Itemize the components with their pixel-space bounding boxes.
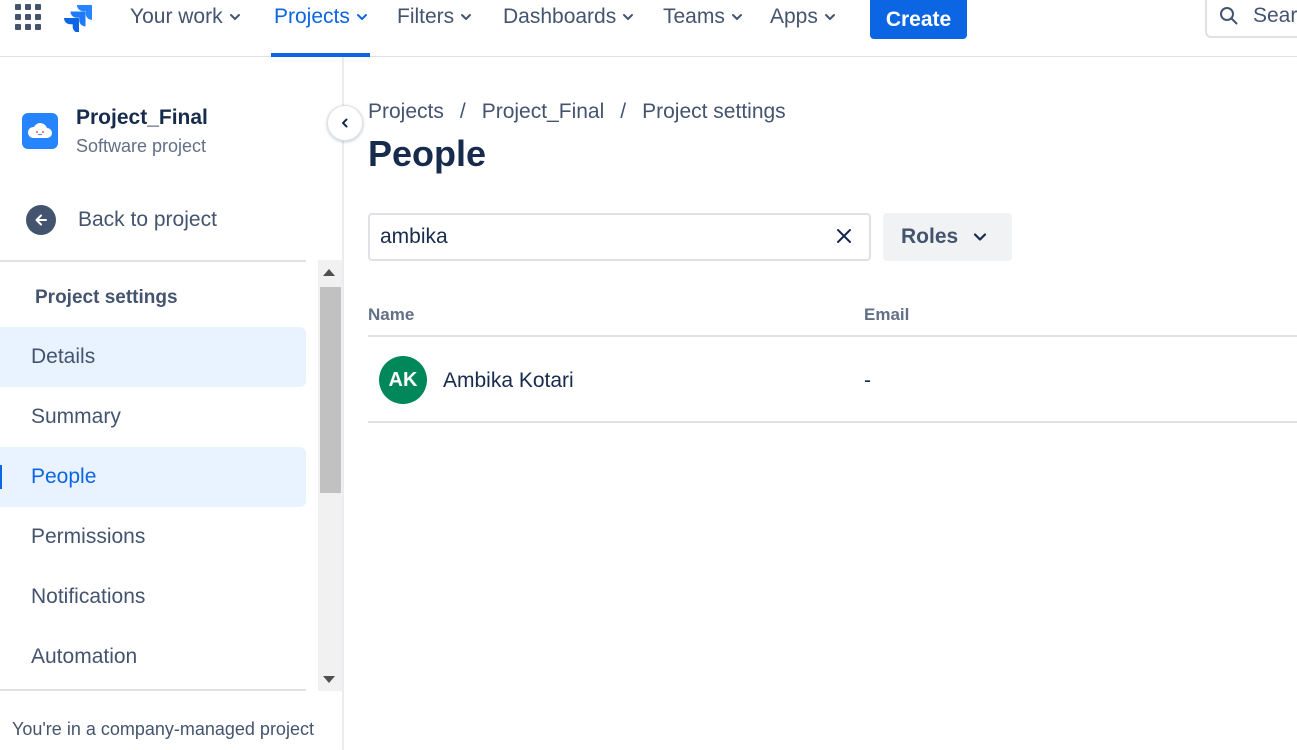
breadcrumb-project[interactable]: Project_Final xyxy=(482,100,605,124)
breadcrumb: Projects / Project_Final / Project setti… xyxy=(368,100,786,124)
project-avatar xyxy=(22,113,58,149)
scroll-down-arrow-icon[interactable] xyxy=(323,676,335,683)
roles-label: Roles xyxy=(901,225,959,248)
chevron-down-icon xyxy=(974,233,987,241)
table-row-divider xyxy=(368,421,1297,423)
breadcrumb-projects[interactable]: Projects xyxy=(368,100,444,124)
sidebar-divider xyxy=(0,260,306,262)
project-name: Project_Final xyxy=(76,106,208,129)
sidebar-item-label: Details xyxy=(31,345,96,368)
collapse-sidebar-button[interactable] xyxy=(327,105,363,141)
nav-apps[interactable]: Apps xyxy=(770,0,837,34)
sidebar-item-summary[interactable]: Summary xyxy=(0,387,306,447)
sidebar-item-notifications[interactable]: Notifications xyxy=(0,567,306,627)
chevron-down-icon xyxy=(731,14,742,21)
user-name[interactable]: Ambika Kotari xyxy=(443,369,574,393)
back-arrow-icon xyxy=(26,205,56,235)
sidebar-item-label: Notifications xyxy=(31,585,146,608)
sidebar-section-title: Project settings xyxy=(35,287,178,308)
jira-logo-icon[interactable] xyxy=(63,2,93,32)
people-search-value: ambika xyxy=(380,225,448,248)
table-header-divider xyxy=(368,335,1297,337)
sidebar-item-label: Permissions xyxy=(31,525,146,548)
sidebar-item-label: Summary xyxy=(31,405,121,428)
nav-item-label: Filters xyxy=(397,5,455,28)
column-header-name[interactable]: Name xyxy=(368,305,414,325)
page-title: People xyxy=(368,133,487,174)
close-icon[interactable] xyxy=(834,226,854,246)
nav-dashboards[interactable]: Dashboards xyxy=(503,0,635,34)
chevron-down-icon xyxy=(356,14,367,21)
nav-your-work[interactable]: Your work xyxy=(130,0,242,34)
top-navigation: Your work Projects Filters Dashboards Te… xyxy=(0,0,1297,57)
nav-teams[interactable]: Teams xyxy=(663,0,744,34)
project-type: Software project xyxy=(76,136,207,156)
sidebar-item-label: People xyxy=(31,465,97,488)
sidebar-item-details[interactable]: Details xyxy=(0,327,306,387)
nav-filters[interactable]: Filters xyxy=(397,0,473,34)
nav-item-label: Dashboards xyxy=(503,5,617,28)
nav-item-label: Apps xyxy=(770,5,818,28)
nav-item-label: Teams xyxy=(663,5,725,28)
back-to-project-link[interactable]: Back to project xyxy=(26,205,217,235)
chevron-down-icon xyxy=(824,14,835,21)
create-button[interactable]: Create xyxy=(870,0,967,39)
back-to-project-label: Back to project xyxy=(78,208,217,231)
app-switcher-icon[interactable] xyxy=(15,4,41,30)
people-search-input[interactable]: ambika xyxy=(368,213,871,261)
search-icon xyxy=(1220,7,1238,25)
breadcrumb-separator: / xyxy=(459,100,466,123)
chevron-down-icon xyxy=(461,14,472,21)
project-sidebar: Project_Final Software project Back to p… xyxy=(0,57,344,750)
roles-dropdown-button[interactable]: Roles xyxy=(883,213,1012,261)
column-header-email: Email xyxy=(864,305,910,324)
sidebar-scrollbar-thumb[interactable] xyxy=(320,287,341,493)
search-input[interactable]: Sear xyxy=(1205,0,1297,38)
cloud-icon xyxy=(27,123,52,138)
search-placeholder: Sear xyxy=(1253,4,1297,27)
project-type-note: You're in a company-managed project xyxy=(12,719,314,739)
nav-projects[interactable]: Projects xyxy=(274,0,369,34)
sidebar-divider xyxy=(0,689,306,691)
user-email: - xyxy=(864,369,871,392)
nav-item-label: Projects xyxy=(274,5,350,28)
sidebar-item-automation[interactable]: Automation xyxy=(0,627,306,687)
user-avatar[interactable]: AK xyxy=(379,356,427,404)
chevron-down-icon xyxy=(623,14,634,21)
sidebar-item-people[interactable]: People xyxy=(0,447,306,507)
breadcrumb-separator: / xyxy=(620,100,627,123)
sidebar-item-label: Automation xyxy=(31,645,138,668)
chevron-left-icon xyxy=(342,118,348,128)
chevron-down-icon xyxy=(229,14,240,21)
scroll-up-arrow-icon[interactable] xyxy=(323,269,335,276)
sidebar-item-permissions[interactable]: Permissions xyxy=(0,507,306,567)
breadcrumb-project-settings[interactable]: Project settings xyxy=(642,100,786,124)
nav-item-label: Your work xyxy=(130,5,223,28)
